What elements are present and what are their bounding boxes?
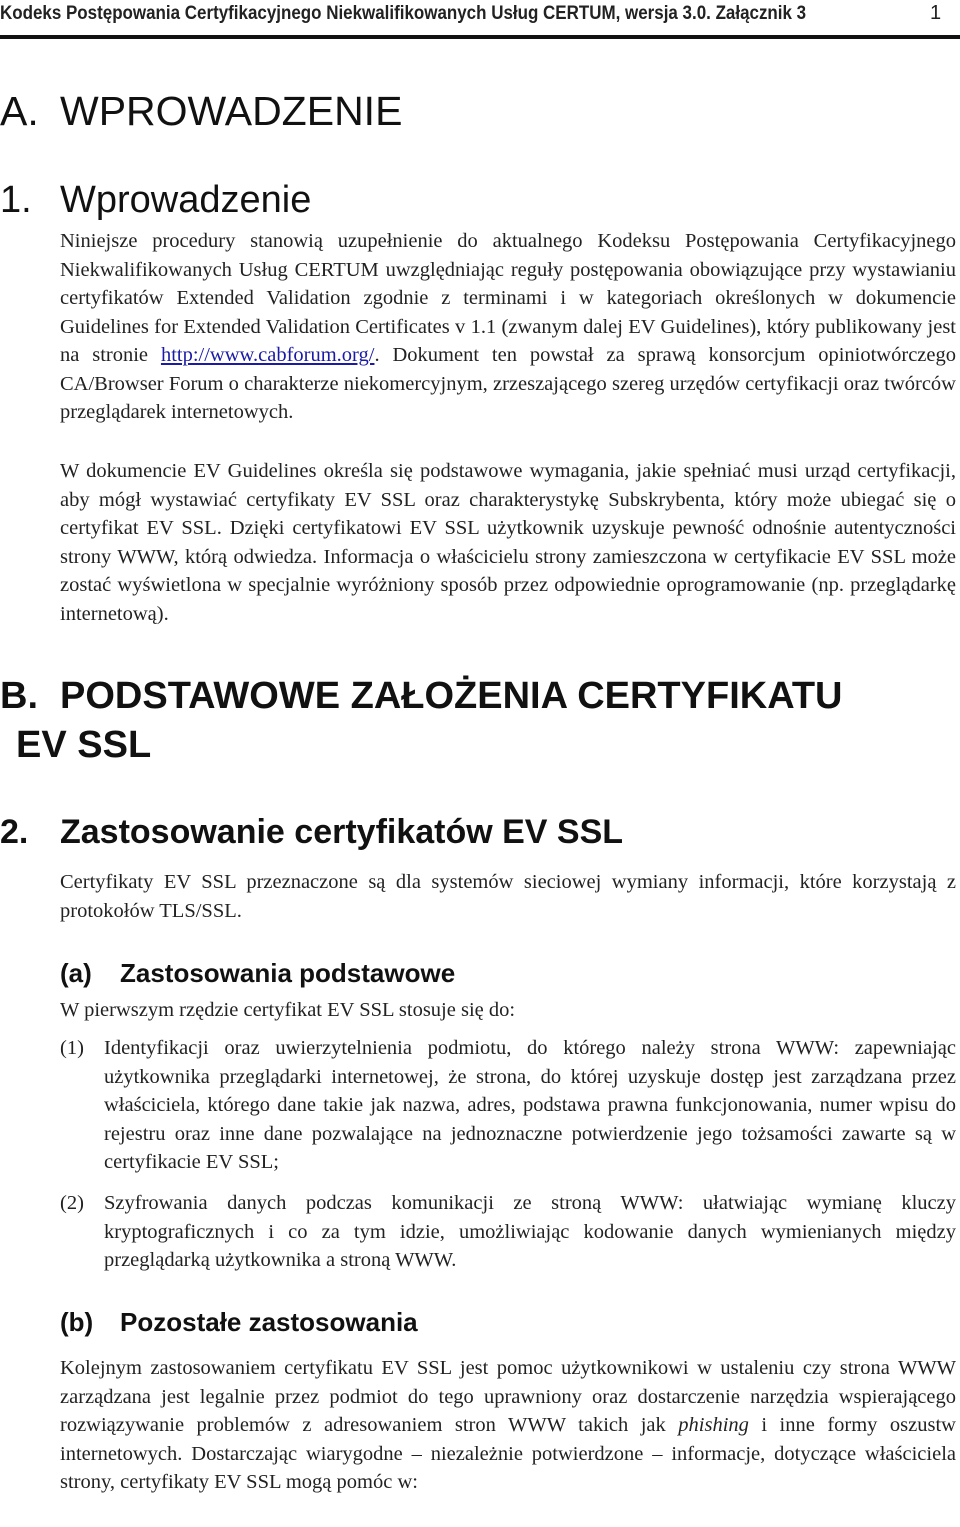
section-a-label: A. bbox=[0, 88, 39, 134]
list-item-text: Szyfrowania danych podczas komunikacji z… bbox=[104, 1192, 956, 1271]
subsection-b-label: (b) bbox=[60, 1307, 94, 1337]
intro-paragraph-1: Niniejsze procedury stanowią uzupełnieni… bbox=[60, 227, 956, 427]
list-item-marker: (1) bbox=[60, 1037, 84, 1059]
section-1-title: Wprowadzenie bbox=[60, 179, 312, 221]
section-2-title: Zastosowanie certyfikatów EV SSL bbox=[60, 813, 624, 851]
subsection-a-label: (a) bbox=[60, 958, 92, 988]
section-b-heading: B. PODSTAWOWE ZAŁOŻENIA CERTYFIKATU EV SS… bbox=[0, 672, 842, 770]
list-item: (2) Szyfrowania danych podczas komunikac… bbox=[60, 1189, 956, 1275]
subsection-a-intro: W pierwszym rzędzie certyfikat EV SSL st… bbox=[60, 999, 516, 1021]
phishing-term: phishing bbox=[678, 1414, 749, 1436]
section-2-heading: 2. Zastosowanie certyfikatów EV SSL bbox=[0, 813, 623, 852]
section-b-title-line2: EV SSL bbox=[16, 724, 152, 766]
page-header: Kodeks Postępowania Certyfikacyjnego Nie… bbox=[0, 0, 960, 39]
cabforum-link[interactable]: http://www.cabforum.org/ bbox=[161, 344, 375, 366]
page-number: 1 bbox=[930, 2, 942, 24]
intro-paragraph-2: W dokumencie EV Guidelines określa się p… bbox=[60, 460, 956, 625]
subsection-b-paragraph: Kolejnym zastosowaniem certyfikatu EV SS… bbox=[60, 1354, 956, 1497]
section-a-title: WPROWADZENIE bbox=[60, 88, 403, 134]
subsection-a-title: Zastosowania podstawowe bbox=[120, 958, 456, 988]
section-b-title-line1: PODSTAWOWE ZAŁOŻENIA CERTYFIKATU bbox=[60, 675, 843, 717]
subsection-a-heading: (a) Zastosowania podstawowe bbox=[60, 958, 455, 989]
header-divider bbox=[0, 35, 960, 39]
subsection-b-title: Pozostałe zastosowania bbox=[120, 1307, 418, 1337]
list-item-text: Identyfikacji oraz uwierzytelnienia podm… bbox=[104, 1037, 956, 1173]
list-item-marker: (2) bbox=[60, 1192, 84, 1214]
section-2-paragraph: Certyfikaty EV SSL przeznaczone są dla s… bbox=[60, 871, 956, 922]
section-a-heading: A. WPROWADZENIE bbox=[0, 88, 402, 135]
section-b-label: B. bbox=[0, 675, 38, 717]
document-title: Kodeks Postępowania Certyfikacyjnego Nie… bbox=[0, 2, 807, 24]
section-1-number: 1. bbox=[0, 179, 32, 221]
section-1-heading: 1. Wprowadzenie bbox=[0, 179, 311, 222]
list-item: (1) Identyfikacji oraz uwierzytelnienia … bbox=[60, 1034, 956, 1177]
section-2-number: 2. bbox=[0, 813, 29, 851]
subsection-b-heading: (b) Pozostałe zastosowania bbox=[60, 1307, 418, 1338]
